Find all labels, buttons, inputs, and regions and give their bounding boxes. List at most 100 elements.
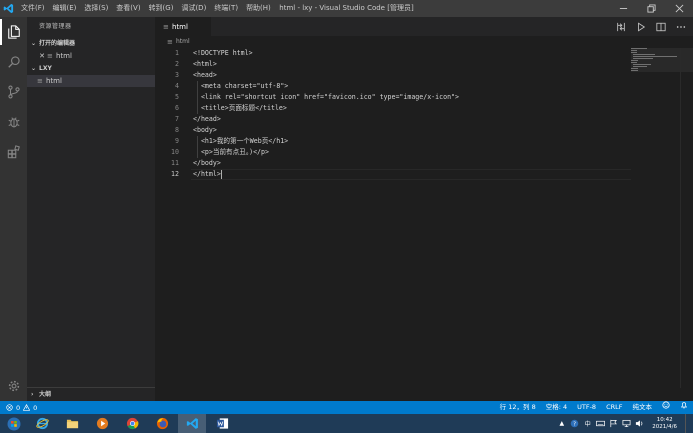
minimize-button[interactable]	[609, 0, 637, 17]
code-line: 4 <meta charset="utf-8">	[155, 81, 693, 92]
chevron-down-icon: ⌄	[31, 65, 37, 72]
menu-view[interactable]: 查看(V)	[112, 0, 144, 17]
activity-bar	[0, 17, 27, 401]
more-actions-button[interactable]	[675, 21, 687, 33]
taskbar-ie[interactable]	[28, 414, 56, 433]
activity-source-control[interactable]	[0, 77, 27, 107]
tab-html[interactable]: ≡ html	[155, 17, 211, 36]
line-number: 9	[175, 137, 179, 145]
run-button[interactable]	[635, 21, 647, 33]
code-text: <h1>我的第一个Web页</h1>	[193, 137, 289, 145]
feedback-button[interactable]	[657, 401, 675, 414]
vertical-scrollbar[interactable]	[680, 48, 693, 388]
taskbar-chrome[interactable]	[118, 414, 146, 433]
workspace-label: LXY	[39, 65, 52, 72]
firefox-icon	[156, 417, 168, 430]
windows-logo-icon	[7, 417, 21, 430]
show-desktop-button[interactable]	[685, 414, 689, 433]
workspace-header[interactable]: ⌄ LXY	[27, 62, 155, 75]
windows-taskbar: ▲ ? 中 10:42 2021/4/6	[0, 414, 693, 433]
chrome-icon	[126, 417, 138, 430]
notifications-button[interactable]	[675, 401, 693, 414]
sidebar-title: 资源管理器	[39, 23, 72, 30]
menu-debug[interactable]: 调试(D)	[177, 0, 210, 17]
keyboard-icon[interactable]	[596, 419, 606, 428]
compare-icon	[617, 22, 625, 31]
menu-file[interactable]: 文件(F)	[17, 0, 49, 17]
tab-bar: ≡ html	[155, 17, 693, 36]
line-number: 8	[175, 126, 179, 134]
code-text: </head>	[193, 115, 221, 123]
language-mode[interactable]: 纯文本	[628, 401, 658, 414]
error-count: 0	[16, 403, 21, 412]
file-tree-name: html	[46, 77, 62, 85]
code-line: 12 </html>	[155, 169, 693, 180]
activity-explorer[interactable]	[0, 17, 27, 47]
code-line: 11 </body>	[155, 158, 693, 169]
breadcrumb[interactable]: ≡ html	[155, 36, 693, 48]
line-number: 4	[175, 82, 179, 90]
close-icon[interactable]: ✕	[37, 50, 47, 62]
clock[interactable]: 10:42 2021/4/6	[648, 417, 681, 431]
activity-manage[interactable]	[0, 373, 27, 399]
line-number: 11	[171, 159, 179, 167]
flag-icon[interactable]	[609, 419, 618, 428]
line-number: 5	[175, 93, 179, 101]
taskbar-firefox[interactable]	[148, 414, 176, 433]
problems-indicator[interactable]: 0 0	[0, 404, 37, 412]
title-bar: 文件(F) 编辑(E) 选择(S) 查看(V) 转到(G) 调试(D) 终端(T…	[0, 0, 693, 17]
tab-label: html	[172, 22, 188, 31]
ellipsis-icon	[676, 25, 686, 28]
activity-extensions[interactable]	[0, 137, 27, 167]
activity-search[interactable]	[0, 47, 27, 77]
menu-help[interactable]: 帮助(H)	[242, 0, 275, 17]
menu-go[interactable]: 转到(G)	[145, 0, 178, 17]
start-button[interactable]	[0, 414, 28, 433]
file-icon: ≡	[37, 77, 43, 85]
minimap[interactable]	[631, 48, 679, 78]
end-of-line[interactable]: CRLF	[601, 401, 627, 414]
indentation[interactable]: 空格: 4	[541, 401, 572, 414]
word-icon	[216, 418, 228, 429]
volume-icon[interactable]	[635, 419, 644, 428]
help-icon[interactable]: ?	[570, 419, 579, 428]
file-tree-item[interactable]: ≡ html	[27, 75, 155, 87]
outline-label: 大纲	[39, 391, 52, 398]
taskbar-media-player[interactable]	[88, 414, 116, 433]
network-icon[interactable]	[622, 419, 631, 428]
extensions-icon	[7, 145, 20, 159]
code-text: </body>	[193, 159, 221, 167]
menu-terminal[interactable]: 终端(T)	[210, 0, 242, 17]
menu-selection[interactable]: 选择(S)	[80, 0, 112, 17]
window-controls	[609, 0, 693, 17]
close-window-button[interactable]	[665, 0, 693, 17]
split-editor-button[interactable]	[655, 21, 667, 33]
compare-button[interactable]	[615, 21, 627, 33]
open-editors-header[interactable]: ⌄ 打开的编辑器	[27, 37, 155, 50]
taskbar-explorer[interactable]	[58, 414, 86, 433]
activity-debug[interactable]	[0, 107, 27, 137]
code-line: 2 <html>	[155, 59, 693, 70]
code-text-current: </html>	[193, 169, 222, 180]
taskbar-vscode[interactable]	[178, 414, 206, 433]
cursor-position[interactable]: 行 12，列 8	[495, 401, 541, 414]
code-line: 7 </head>	[155, 114, 693, 125]
restore-button[interactable]	[637, 0, 665, 17]
menu-edit[interactable]: 编辑(E)	[49, 0, 81, 17]
outline-header[interactable]: › 大纲	[27, 387, 155, 401]
open-editor-item[interactable]: ✕ ≡ html	[27, 50, 155, 62]
open-editor-name: html	[56, 52, 72, 60]
code-line: 1 <!DOCTYPE html>	[155, 48, 693, 59]
encoding[interactable]: UTF-8	[572, 401, 601, 414]
internet-explorer-icon	[35, 417, 49, 430]
tray-expand-icon[interactable]: ▲	[557, 419, 566, 428]
taskbar-word[interactable]	[208, 414, 236, 433]
gear-icon	[8, 380, 19, 392]
open-editors-label: 打开的编辑器	[39, 40, 76, 47]
svg-text:?: ?	[573, 422, 576, 428]
code-editor[interactable]: 1 <!DOCTYPE html> 2 <html> 3 <head> 4 <meta…	[155, 48, 693, 388]
ime-indicator[interactable]: 中	[583, 419, 592, 428]
close-icon	[675, 4, 683, 13]
line-number: 7	[175, 115, 179, 123]
search-icon	[7, 56, 20, 68]
